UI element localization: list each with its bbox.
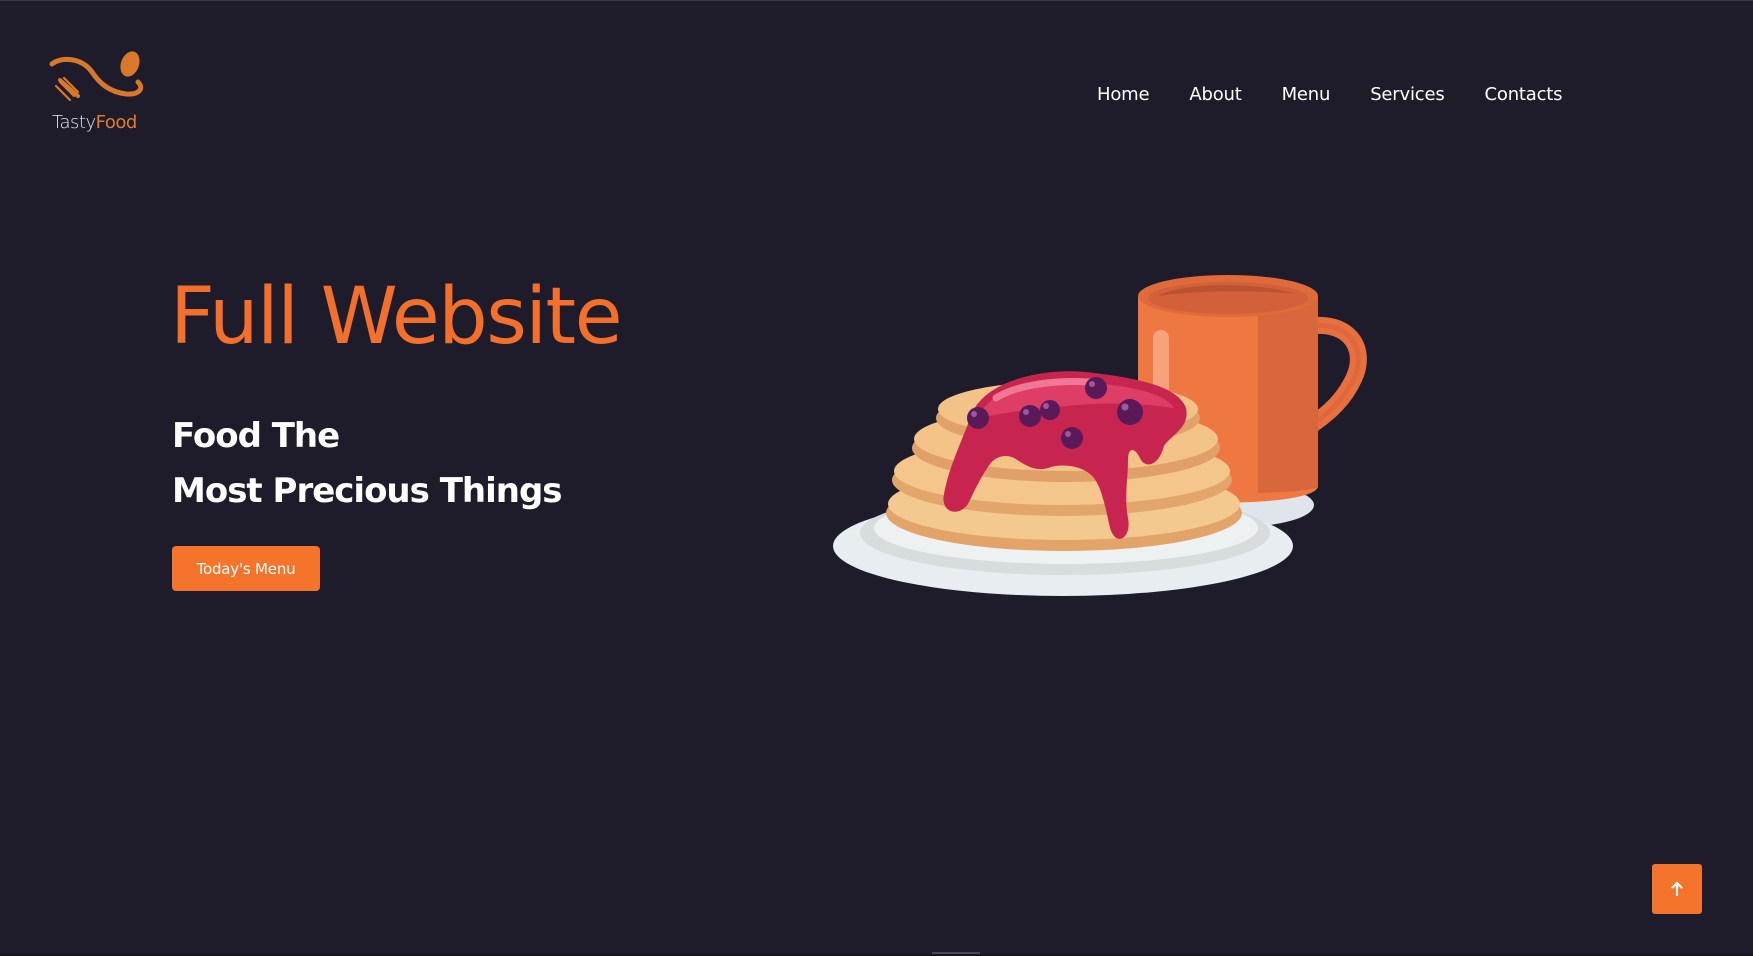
nav-menu[interactable]: Menu <box>1282 84 1331 105</box>
brand-name-part1: Tasty <box>52 112 96 133</box>
brand-name-part2: Food <box>95 112 138 133</box>
nav-services[interactable]: Services <box>1370 84 1445 105</box>
brand-name: TastyFood <box>52 112 137 133</box>
todays-menu-button[interactable]: Today's Menu <box>172 546 320 591</box>
scroll-top-button[interactable] <box>1652 864 1702 914</box>
hero-subtitle-line1: Food The <box>172 416 340 456</box>
hero-subtitle-line2: Most Precious Things <box>172 471 563 511</box>
bottom-notch <box>932 952 980 954</box>
hero-subtitle: Food The Most Precious Things <box>172 409 563 519</box>
fork-spoon-logo-icon <box>49 51 144 102</box>
main-nav: Home About Menu Services Contacts <box>1097 82 1563 106</box>
brand-logo[interactable]: TastyFood <box>48 50 146 136</box>
nav-about[interactable]: About <box>1189 84 1241 105</box>
nav-contacts[interactable]: Contacts <box>1485 84 1563 105</box>
arrow-up-icon <box>1671 881 1683 897</box>
hero-title: Full Website <box>170 272 623 362</box>
top-border <box>0 0 1753 1</box>
nav-home[interactable]: Home <box>1097 84 1150 105</box>
pancakes-illustration <box>833 275 1367 596</box>
